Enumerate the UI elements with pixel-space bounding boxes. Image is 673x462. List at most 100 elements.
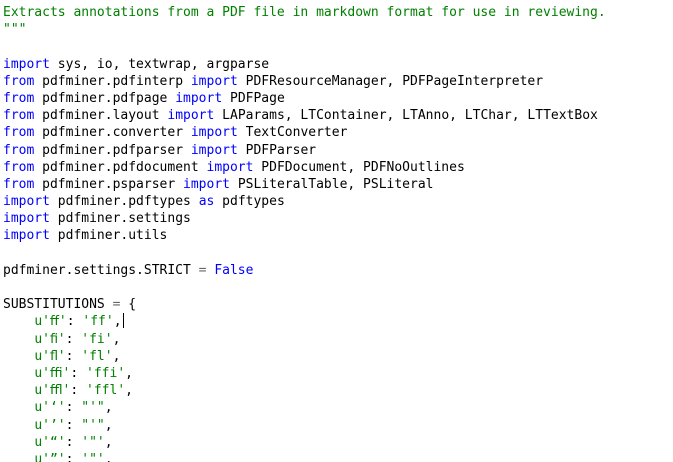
code-token-text: pdfminer.psparser bbox=[34, 176, 184, 192]
code-token-string: u'”' bbox=[34, 451, 66, 462]
code-token-text: PSLiteralTable, PSLiteral bbox=[230, 176, 434, 192]
code-token-text: PDFParser bbox=[237, 142, 317, 158]
code-token-keyword: from bbox=[3, 90, 35, 106]
code-line: u'ﬃ': 'ffi', bbox=[3, 365, 606, 382]
code-token-text: : bbox=[70, 365, 87, 381]
code-line: from pdfminer.pdfpage import PDFPage bbox=[3, 90, 606, 107]
code-token-indent bbox=[3, 332, 34, 347]
code-token-text: pdfminer.settings.STRICT bbox=[3, 262, 199, 278]
code-token-text: : bbox=[65, 331, 82, 347]
code-line: SUBSTITUTIONS = { bbox=[3, 296, 606, 313]
code-token-string: "'" bbox=[81, 400, 105, 416]
code-token-text: { bbox=[120, 297, 137, 313]
code-line: """ bbox=[3, 21, 606, 38]
code-line: u'“': '"', bbox=[3, 434, 606, 451]
code-line: from pdfminer.pdfinterp import PDFResour… bbox=[3, 73, 606, 90]
code-token-text: : bbox=[65, 400, 82, 416]
code-token-indent bbox=[3, 349, 34, 364]
code-line: u'ﬀ': 'ff', bbox=[3, 313, 606, 330]
code-token-string: u'‘' bbox=[34, 400, 66, 416]
code-token-keyword: from bbox=[3, 176, 35, 192]
code-token-string: '"' bbox=[81, 434, 105, 450]
code-token-keyword: import bbox=[3, 194, 50, 210]
code-token-text: TextConverter bbox=[237, 125, 348, 141]
code-line: Extracts annotations from a PDF file in … bbox=[3, 4, 606, 21]
code-token-keyword: from bbox=[3, 159, 35, 175]
code-line: import pdfminer.utils bbox=[3, 227, 606, 244]
code-token-indent bbox=[3, 314, 34, 329]
code-token-indent bbox=[3, 452, 34, 462]
code-token-keyword: from bbox=[3, 125, 35, 141]
code-token-keyword: import bbox=[183, 176, 230, 192]
code-token-keyword: from bbox=[3, 142, 35, 158]
code-token-indent bbox=[3, 418, 34, 433]
code-token-keyword: import bbox=[167, 108, 215, 124]
code-token-text: PDFResourceManager, PDFPageInterpreter bbox=[237, 73, 544, 89]
code-line: from pdfminer.psparser import PSLiteralT… bbox=[3, 176, 606, 193]
code-token-keyword: import bbox=[175, 90, 223, 106]
code-token-string: 'fl' bbox=[81, 348, 113, 364]
code-token-string: 'ffl' bbox=[86, 383, 126, 399]
code-token-text: , bbox=[104, 434, 113, 450]
code-token-text: : bbox=[65, 417, 82, 433]
code-token-string: u'ﬄ' bbox=[34, 383, 71, 399]
code-token-text: sys, io, textwrap, argparse bbox=[49, 56, 270, 72]
code-token-text: pdftypes bbox=[214, 194, 285, 210]
code-token-keyword: import bbox=[3, 228, 50, 244]
code-token-indent bbox=[3, 400, 34, 415]
code-token-text: , bbox=[125, 365, 133, 381]
code-token-indent bbox=[3, 435, 34, 450]
code-line: pdfminer.settings.STRICT = False bbox=[3, 262, 606, 279]
code-token-keyword: import bbox=[206, 159, 254, 175]
code-token-keyword: from bbox=[3, 73, 35, 89]
code-token-string: u'ﬃ' bbox=[34, 365, 71, 381]
code-line: u'”': '"', bbox=[3, 451, 606, 462]
code-line: import pdfminer.pdftypes as pdftypes bbox=[3, 193, 606, 210]
code-token-text: , bbox=[112, 348, 121, 364]
code-token-indent bbox=[3, 383, 34, 398]
code-token-keyword: import bbox=[190, 73, 238, 89]
code-token-string: u'“' bbox=[34, 434, 66, 450]
code-token-text: pdfminer.pdfparser bbox=[34, 142, 191, 158]
code-token-keyword: as bbox=[198, 194, 215, 210]
code-line: u'ﬄ': 'ffl', bbox=[3, 382, 606, 399]
code-token-string: u'’' bbox=[34, 417, 66, 433]
code-token-string: u'ﬂ' bbox=[34, 348, 66, 364]
code-line: u'’': "'", bbox=[3, 417, 606, 434]
code-line: from pdfminer.pdfparser import PDFParser bbox=[3, 142, 606, 159]
code-token-text: : bbox=[70, 383, 87, 399]
code-token-string: u'ﬁ' bbox=[34, 331, 66, 347]
code-token-string: 'ffi' bbox=[86, 365, 126, 381]
code-token-text: pdfminer.layout bbox=[34, 108, 168, 124]
code-token-indent bbox=[3, 366, 34, 381]
code-token-text: : bbox=[65, 348, 82, 364]
code-line: import sys, io, textwrap, argparse bbox=[3, 56, 606, 73]
code-token-string: 'ff' bbox=[82, 314, 114, 330]
code-token-string: "'" bbox=[81, 417, 105, 433]
code-token-text: , bbox=[113, 314, 122, 330]
code-token-text: pdfminer.settings bbox=[49, 211, 191, 227]
code-line: u'ﬁ': 'fi', bbox=[3, 331, 606, 348]
code-token-string: 'fi' bbox=[81, 331, 113, 347]
code-token-keyword: import bbox=[190, 142, 238, 158]
code-token-text: LAParams, LTContainer, LTAnno, LTChar, L… bbox=[214, 108, 598, 124]
code-token-text: : bbox=[65, 434, 82, 450]
code-token-text: SUBSTITUTIONS bbox=[3, 297, 113, 313]
code-line: from pdfminer.pdfdocument import PDFDocu… bbox=[3, 159, 606, 176]
code-token-text: pdfminer.pdftypes bbox=[49, 194, 199, 210]
code-editor[interactable]: Extracts annotations from a PDF file in … bbox=[0, 0, 673, 462]
code-token-text: , bbox=[104, 451, 113, 462]
code-token-text: pdfminer.pdfinterp bbox=[34, 73, 191, 89]
code-line: from pdfminer.converter import TextConve… bbox=[3, 124, 606, 141]
code-token-keyword: import bbox=[190, 125, 238, 141]
code-text-area[interactable]: Extracts annotations from a PDF file in … bbox=[3, 4, 606, 462]
code-token-string: u'ﬀ' bbox=[34, 314, 67, 330]
code-token-text: PDFDocument, PDFNoOutlines bbox=[253, 159, 465, 175]
code-token-text: pdfminer.pdfdocument bbox=[34, 159, 207, 175]
code-token-keyword: False bbox=[214, 262, 254, 278]
code-line: import pdfminer.settings bbox=[3, 210, 606, 227]
code-token-text: PDFPage bbox=[222, 90, 285, 106]
code-token-text: , bbox=[104, 417, 113, 433]
